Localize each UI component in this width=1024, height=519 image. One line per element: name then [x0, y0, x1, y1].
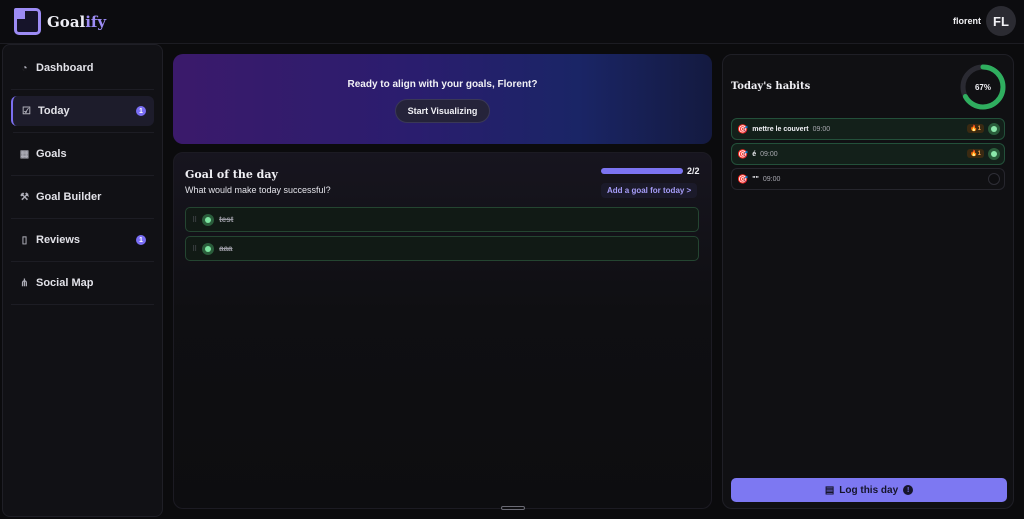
habit-time: 09:00 [762, 175, 781, 183]
habit-item[interactable]: 🎯 mettre le couvert 09:00 🔥1 [731, 118, 1005, 140]
sidebar: ◔ Dashboard ☑ Today 1 ▦ Goals ⚒ Goal Bui… [2, 44, 163, 517]
sidebar-item-goal-builder[interactable]: ⚒ Goal Builder [11, 182, 154, 219]
goal-check-toggle[interactable] [202, 242, 215, 255]
log-this-day-button[interactable]: ▤ Log this day ! [731, 478, 1007, 502]
top-bar: Goalify florent FL [0, 0, 1024, 44]
habit-item[interactable]: 🎯 é 09:00 🔥1 [731, 143, 1005, 165]
habit-time: 09:00 [760, 150, 778, 158]
streak-badge: 🔥1 [967, 149, 984, 158]
drag-handle-icon[interactable]: ⠿ [192, 216, 197, 224]
goal-progress-bar [601, 168, 683, 174]
resize-handle[interactable] [501, 506, 525, 510]
avatar[interactable]: FL [986, 6, 1016, 36]
gauge-icon: ◔ [21, 62, 28, 74]
hammer-icon: ⚒ [20, 191, 29, 203]
sidebar-item-label: Today [38, 105, 70, 117]
goal-of-the-day-card: Goal of the day What would make today su… [173, 152, 712, 510]
sidebar-item-today[interactable]: ☑ Today 1 [11, 96, 154, 133]
logo[interactable]: Goalify [14, 8, 106, 35]
goal-card-subtitle: What would make today successful? [185, 185, 331, 195]
network-icon: ⋔ [20, 277, 29, 289]
banner-title: Ready to align with your goals, Florent? [347, 79, 538, 90]
add-goal-button[interactable]: Add a goal for today > [601, 183, 698, 198]
sidebar-item-label: Reviews [36, 234, 81, 246]
log-button-label: Log this day [839, 484, 899, 496]
sidebar-item-dashboard[interactable]: ◔ Dashboard [11, 53, 154, 90]
target-icon: 🎯 [737, 123, 749, 134]
logo-icon [14, 8, 41, 35]
journal-icon: ▤ [824, 484, 835, 496]
sidebar-item-social-map[interactable]: ⋔ Social Map [11, 268, 154, 305]
drag-handle-icon[interactable]: ⠿ [192, 245, 197, 253]
info-icon: ! [903, 485, 914, 495]
habit-check-toggle[interactable] [988, 173, 1000, 185]
habit-name: é [752, 150, 757, 158]
goal-card-title: Goal of the day [185, 168, 278, 181]
goal-item[interactable]: ⠿ test [185, 207, 699, 232]
notification-badge: 1 [136, 235, 146, 245]
habit-time: 09:00 [812, 125, 831, 133]
user-name: florent [953, 16, 981, 26]
habits-percent: 67% [974, 82, 991, 92]
habit-name: mettre le couvert [752, 125, 809, 133]
sidebar-item-label: Social Map [36, 277, 94, 289]
notification-badge: 1 [136, 106, 146, 116]
sidebar-item-reviews[interactable]: ▯ Reviews 1 [11, 225, 154, 262]
sidebar-item-label: Goals [36, 148, 67, 160]
habit-check-toggle[interactable] [988, 148, 1000, 160]
goal-progress-fill [601, 168, 683, 174]
checkbox-icon: ☑ [22, 105, 31, 117]
todays-habits-panel: Today's habits 67% 🎯 mettre le couvert 0… [722, 54, 1014, 509]
habit-item[interactable]: 🎯 "" 09:00 [731, 168, 1005, 190]
habit-check-toggle[interactable] [988, 123, 1000, 135]
goal-progress-count: 2/2 [687, 166, 700, 176]
target-icon: 🎯 [737, 148, 749, 159]
sidebar-item-label: Dashboard [36, 62, 94, 74]
sidebar-item-goals[interactable]: ▦ Goals [11, 139, 154, 176]
goal-item-text: aaa [219, 244, 233, 253]
sidebar-item-label: Goal Builder [36, 191, 102, 203]
habit-name: "" [752, 175, 759, 183]
logo-text: Goalify [47, 12, 107, 31]
habits-title: Today's habits [731, 81, 811, 92]
goal-check-toggle[interactable] [202, 213, 215, 226]
start-visualizing-button[interactable]: Start Visualizing [394, 99, 491, 123]
film-icon: ▦ [19, 148, 30, 160]
document-icon: ▯ [21, 234, 28, 246]
streak-badge: 🔥1 [967, 124, 984, 133]
user-menu[interactable]: florent FL [953, 6, 1016, 36]
goal-item[interactable]: ⠿ aaa [185, 236, 699, 261]
welcome-banner: Ready to align with your goals, Florent?… [173, 54, 712, 144]
goal-item-text: test [219, 215, 234, 224]
target-icon: 🎯 [737, 173, 749, 184]
